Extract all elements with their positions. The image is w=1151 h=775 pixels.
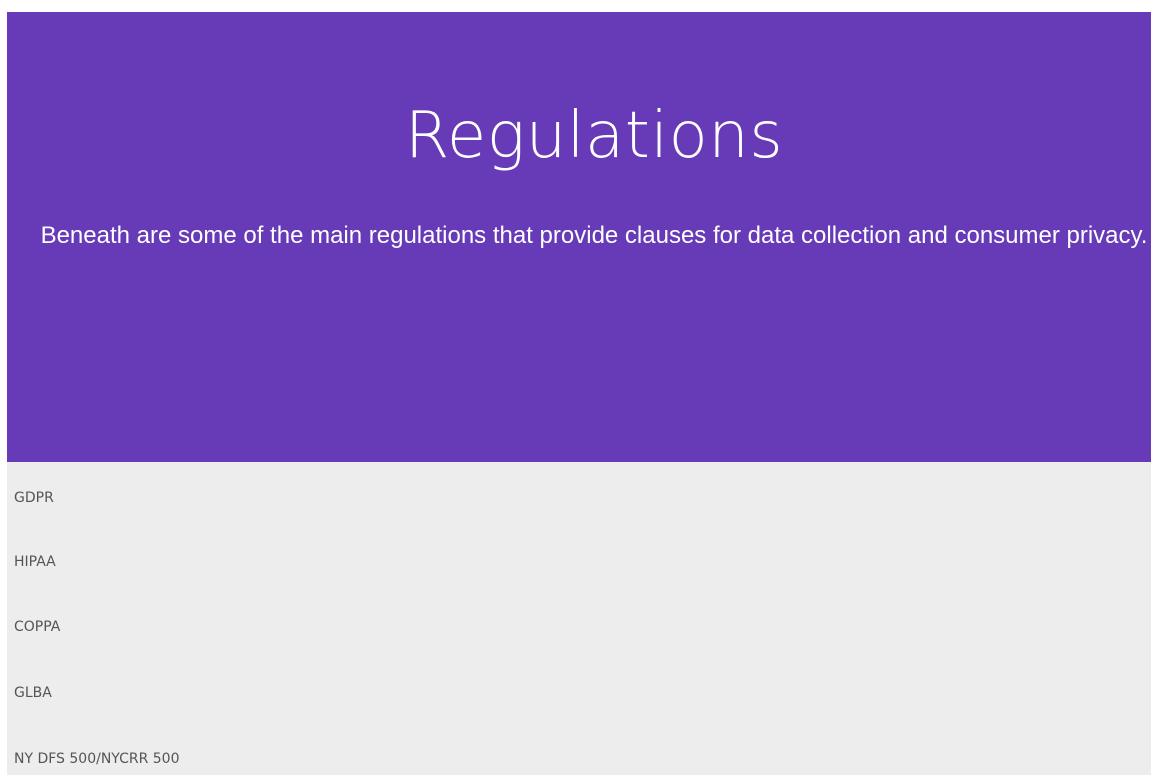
regulation-item-coppa[interactable]: COPPA [14,617,60,637]
regulation-item-hipaa[interactable]: HIPAA [14,552,56,572]
regulation-item-glba[interactable]: GLBA [14,683,52,703]
page: Regulations Beneath are some of the main… [0,0,1151,775]
page-subtitle: Beneath are some of the main regulations… [40,222,1148,249]
regulation-item-gdpr[interactable]: GDPR [14,488,54,508]
hero-banner: Regulations Beneath are some of the main… [7,12,1151,462]
regulation-item-nydfs[interactable]: NY DFS 500/NYCRR 500 [14,749,180,769]
page-title: Regulations [404,99,784,173]
regulations-list: GDPR HIPAA COPPA GLBA NY DFS 500/NYCRR 5… [7,462,1151,775]
